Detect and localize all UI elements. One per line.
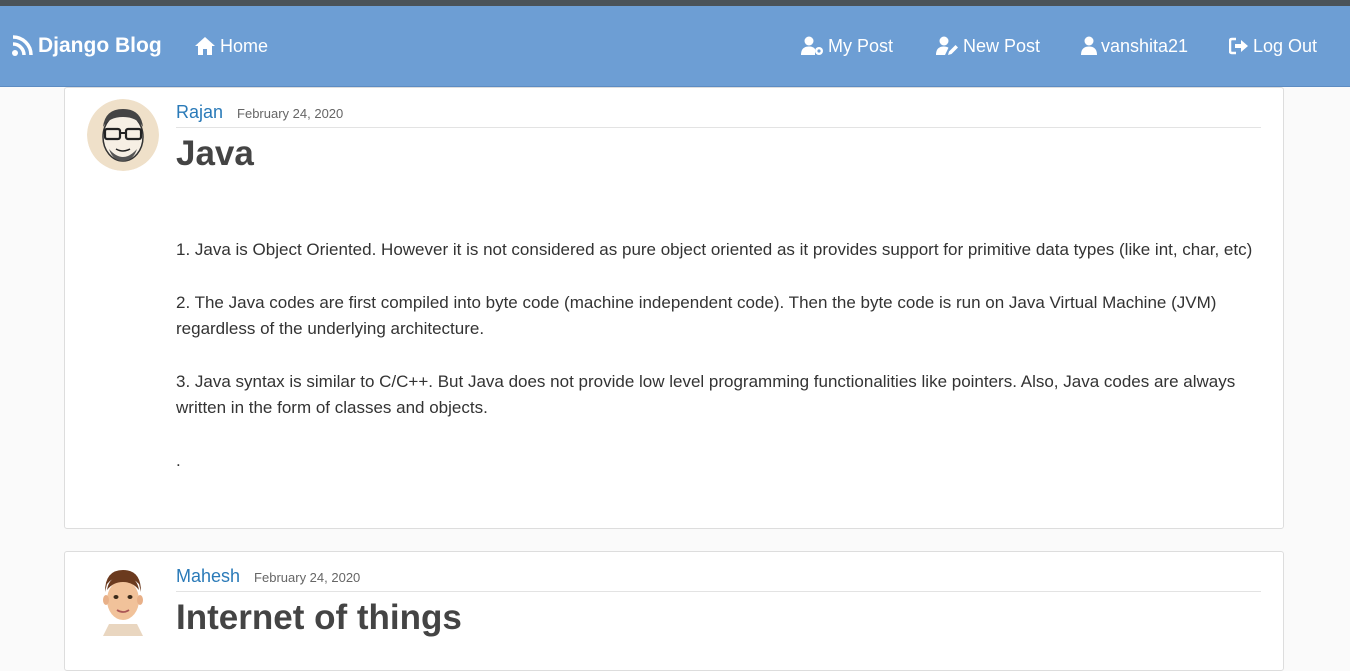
nav-logout[interactable]: Log Out: [1229, 6, 1317, 86]
post-title[interactable]: Java: [176, 134, 254, 174]
nav-username: vanshita21: [1101, 35, 1189, 56]
post-title[interactable]: Internet of things: [176, 598, 462, 638]
nav-my-post[interactable]: My Post: [800, 6, 893, 86]
navbar: Django Blog Home My Post New Post vanshi…: [0, 6, 1350, 87]
nav-profile[interactable]: vanshita21: [1081, 6, 1188, 86]
post-card: Rajan February 24, 2020 Java 1. Java is …: [64, 87, 1284, 529]
brand-link[interactable]: Django Blog: [10, 6, 162, 86]
home-icon: [194, 36, 216, 56]
post-meta: Mahesh February 24, 2020: [176, 564, 1261, 592]
post-date: February 24, 2020: [254, 570, 361, 585]
nav-new-post[interactable]: New Post: [935, 6, 1040, 86]
brand-name: Django Blog: [38, 34, 162, 57]
nav-new-post-label: New Post: [963, 35, 1041, 56]
nav-home-label: Home: [220, 35, 269, 56]
user-edit-icon: [935, 36, 959, 56]
sign-out-icon: [1229, 37, 1249, 55]
author-avatar: [87, 564, 159, 636]
author-avatar: [87, 99, 159, 171]
feed-icon: [10, 34, 34, 58]
post-content: 1. Java is Object Oriented. However it i…: [176, 237, 1261, 500]
post-card: Mahesh February 24, 2020 Internet of thi…: [64, 551, 1284, 671]
user-icon: [1081, 36, 1097, 56]
content-paragraph: 1. Java is Object Oriented. However it i…: [176, 240, 1253, 259]
nav-logout-label: Log Out: [1253, 35, 1318, 56]
post-meta: Rajan February 24, 2020: [176, 100, 1261, 128]
author-link[interactable]: Mahesh: [176, 566, 240, 587]
content-paragraph: 2. The Java codes are first compiled int…: [176, 292, 1217, 339]
nav-home[interactable]: Home: [194, 6, 268, 86]
author-link[interactable]: Rajan: [176, 102, 223, 123]
content-paragraph: .: [176, 450, 181, 470]
post-date: February 24, 2020: [237, 106, 344, 121]
nav-my-post-label: My Post: [828, 35, 894, 56]
user-cog-icon: [800, 36, 824, 56]
content-paragraph: 3. Java syntax is similar to C/C++. But …: [176, 371, 1236, 418]
